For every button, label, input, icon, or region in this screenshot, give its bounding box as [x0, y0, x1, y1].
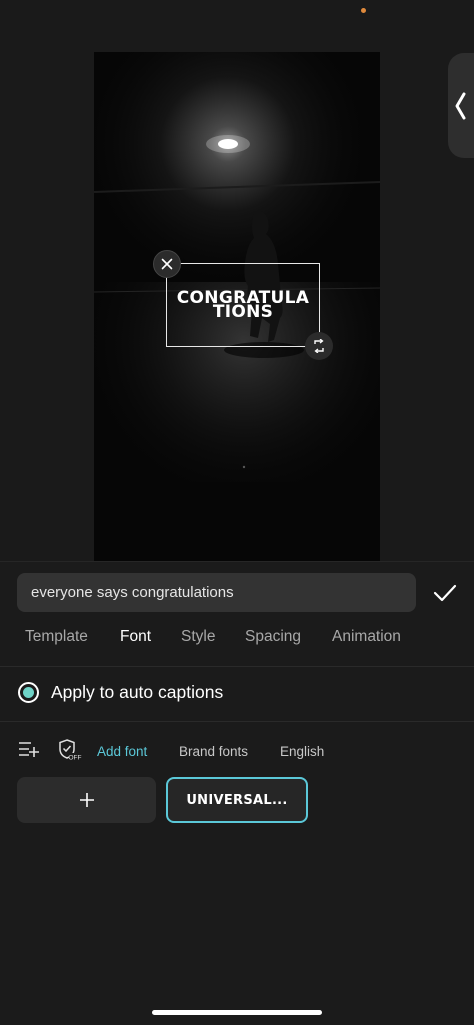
brand-fonts-link[interactable]: Brand fonts	[179, 744, 248, 759]
font-option-label: UNIVERSAL...	[186, 792, 288, 808]
font-toolbar: OFF Add font Brand fonts English	[0, 738, 474, 766]
editor-tabs: Template Font Style Spacing Animation	[0, 628, 474, 654]
auto-captions-radio[interactable]	[18, 682, 39, 703]
divider	[0, 721, 474, 722]
side-panel-handle[interactable]	[448, 53, 474, 158]
rotate-scale-icon	[314, 339, 324, 353]
radio-selected-dot	[23, 687, 34, 698]
plus-icon	[79, 793, 94, 807]
confirm-button[interactable]	[428, 578, 462, 608]
font-option-universal[interactable]: UNIVERSAL...	[166, 777, 308, 823]
divider	[0, 666, 474, 667]
tab-template[interactable]: Template	[25, 628, 88, 646]
close-icon	[161, 258, 173, 270]
tab-style[interactable]: Style	[181, 628, 215, 646]
list-add-icon[interactable]	[18, 740, 40, 765]
caption-overlay-text[interactable]: CONGRATULATIONS	[173, 290, 313, 321]
add-font-button[interactable]	[17, 777, 156, 823]
english-fonts-link[interactable]: English	[280, 744, 324, 759]
shield-off-badge: OFF	[69, 755, 82, 762]
rotate-scale-handle[interactable]	[305, 332, 333, 360]
auto-captions-label: Apply to auto captions	[51, 682, 224, 702]
add-font-link[interactable]: Add font	[97, 744, 147, 759]
caption-text-input[interactable]	[17, 573, 416, 612]
video-preview[interactable]: CONGRATULATIONS	[94, 52, 380, 561]
chevron-left-icon	[455, 92, 466, 119]
apply-auto-captions-option[interactable]: Apply to auto captions	[18, 682, 223, 703]
text-selection-box[interactable]: CONGRATULATIONS	[153, 250, 333, 360]
status-indicator-dot	[361, 8, 366, 13]
remove-text-button[interactable]	[153, 250, 181, 278]
home-indicator[interactable]	[152, 1010, 322, 1015]
shield-off-icon[interactable]: OFF	[58, 738, 82, 767]
tab-spacing[interactable]: Spacing	[245, 628, 301, 646]
checkmark-icon	[433, 584, 457, 602]
tab-font[interactable]: Font	[120, 628, 151, 646]
tab-animation[interactable]: Animation	[332, 628, 401, 646]
text-editor-panel: Template Font Style Spacing Animation Ap…	[0, 561, 474, 1025]
